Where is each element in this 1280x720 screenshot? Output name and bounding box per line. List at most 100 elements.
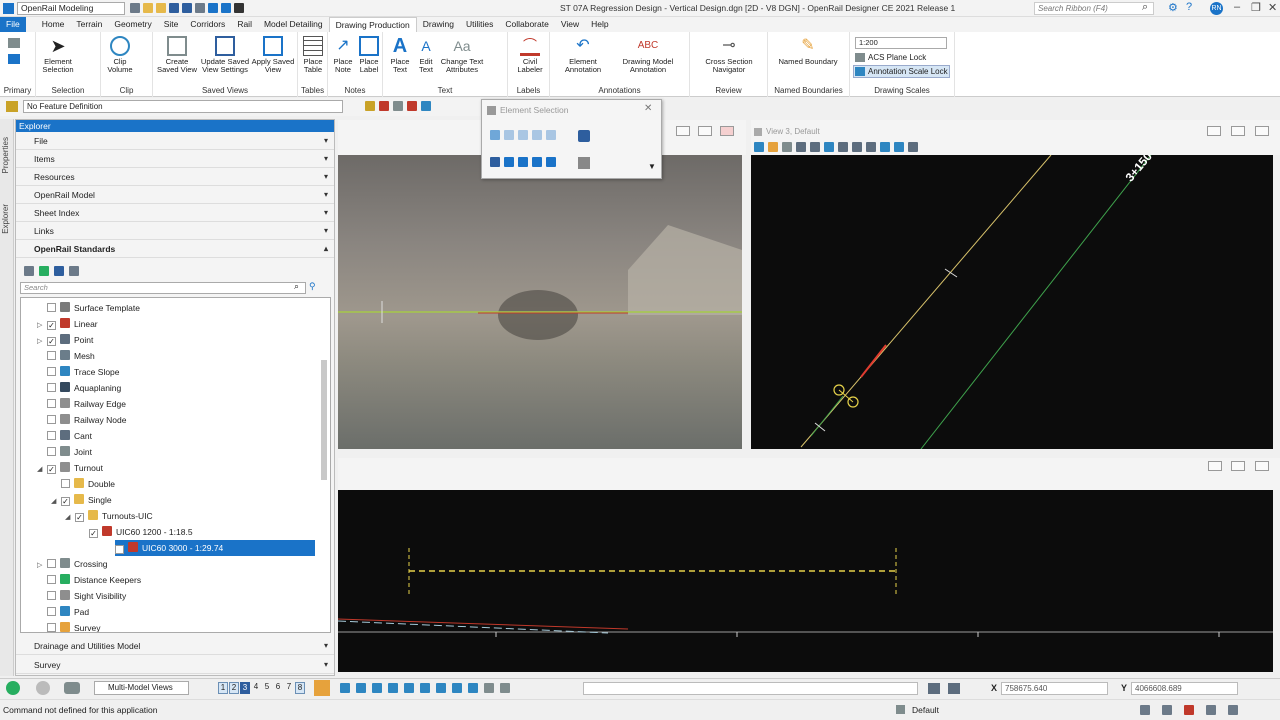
tree-checkbox[interactable] [47,303,56,312]
tree-item[interactable]: ▷ Crossing [37,556,108,572]
tab-model-detailing[interactable]: Model Detailing [258,17,329,32]
block-select-icon[interactable] [504,130,514,140]
message-center-icon[interactable] [1140,705,1150,715]
clip-volume-button[interactable]: Clip Volume [103,36,137,74]
add-selection-icon[interactable] [504,157,514,167]
restore-icon[interactable] [698,126,712,136]
tree-checkbox[interactable] [47,623,56,632]
feature-tool-icon[interactable] [365,101,375,111]
forward-icon[interactable] [36,681,50,695]
properties-dock-tab[interactable]: Properties [1,137,10,173]
snap-icon[interactable] [500,683,510,693]
tree-checkbox[interactable] [47,607,56,616]
tree-item[interactable]: ◢ ✓ Turnouts-UIC [65,508,153,524]
tree-checkbox[interactable] [47,591,56,600]
profile-view[interactable] [338,490,1273,672]
minimize-icon[interactable] [1207,126,1221,136]
civil-labeler-button[interactable]: ⌒ Civil Labeler [512,36,548,74]
tree-checkbox[interactable]: ✓ [47,321,56,330]
snap-icon[interactable] [404,683,414,693]
tree-item[interactable]: ✓ UIC60 3000 - 1:29.74 [115,540,315,556]
tree-item[interactable]: Railway Node [37,412,126,428]
view-4-button[interactable]: 4 [251,682,261,694]
view-7-button[interactable]: 7 [284,682,294,694]
workflow-select[interactable]: OpenRail Modeling [17,2,125,15]
filter-icon[interactable]: ⚲ [309,281,316,292]
search-icon[interactable] [69,266,79,276]
snap-icon[interactable] [436,683,446,693]
drawing-model-annotation-button[interactable]: ABC Drawing Model Annotation [610,36,686,74]
notification-icon[interactable] [1206,705,1216,715]
place-label-button[interactable]: Place Label [356,36,382,74]
change-text-attributes-button[interactable]: Aa Change Text Attributes [437,36,487,74]
tab-corridors[interactable]: Corridors [184,17,231,32]
tree-item[interactable]: Mesh [37,348,95,364]
snap-icon[interactable] [340,683,350,693]
tab-drawing-production[interactable]: Drawing Production [328,17,417,32]
minimize-icon[interactable]: – [1234,1,1240,13]
tree-checkbox[interactable]: ✓ [47,337,56,346]
element-annotation-button[interactable]: ↶ Element Annotation [560,36,606,74]
tree-checkbox[interactable] [47,575,56,584]
section-openrail-standards[interactable]: OpenRail Standards ▴ [16,240,334,258]
active-level[interactable]: Default [912,705,939,715]
tree-item[interactable]: Survey [37,620,100,632]
tree-item[interactable]: ▷ ✓ Point [37,332,93,348]
minimize-icon[interactable] [1208,461,1222,471]
view-5-button[interactable]: 5 [262,682,272,694]
expand-dialog-icon[interactable]: ▼ [648,162,656,171]
feature-tool-icon[interactable] [421,101,431,111]
tree-item[interactable]: Pad [37,604,89,620]
invert-selection-icon[interactable] [532,157,542,167]
tree-item[interactable]: Surface Template [37,300,140,316]
tree-checkbox[interactable] [47,447,56,456]
tree-checkbox[interactable] [61,479,70,488]
pan-view-icon[interactable] [866,142,876,152]
expand-arrow-icon[interactable]: ◢ [37,462,47,478]
window-area-icon[interactable] [824,142,834,152]
expand-arrow-icon[interactable]: ◢ [51,494,61,510]
snap-icon[interactable] [356,683,366,693]
tree-checkbox[interactable] [47,431,56,440]
place-text-button[interactable]: A Place Text [385,36,415,74]
tree-item[interactable]: Railway Edge [37,396,126,412]
view-attributes-icon[interactable] [754,142,764,152]
zoom-icon[interactable] [948,683,960,694]
update-saved-view-button[interactable]: Update Saved View Settings [199,36,251,74]
section-survey[interactable]: Survey ▾ [16,656,334,674]
snap-icon[interactable] [372,683,382,693]
tab-home[interactable]: Home [36,17,71,32]
restore-icon[interactable]: ❐ [1251,1,1261,14]
line-select-icon[interactable] [546,130,556,140]
tab-help[interactable]: Help [585,17,614,32]
new-file-icon[interactable] [143,3,153,13]
tree-item[interactable]: ◢ ✓ Turnout [37,460,103,476]
close-icon[interactable]: ✕ [644,103,652,114]
close-icon[interactable] [1255,126,1269,136]
tree-item[interactable]: Double [51,476,115,492]
app-icon[interactable] [3,3,14,14]
tree-item[interactable]: Cant [37,428,92,444]
fit-view-icon[interactable] [838,142,848,152]
tree-checkbox[interactable]: ✓ [115,545,124,554]
open-file-icon[interactable] [156,3,166,13]
snap-icon[interactable] [420,683,430,693]
tree-checkbox[interactable]: ✓ [75,513,84,522]
connect-icon[interactable]: ⚙ [1168,1,1178,14]
acs-plane-lock-toggle[interactable]: ACS Plane Lock [868,53,926,62]
feature-tool-icon[interactable] [393,101,403,111]
tab-site[interactable]: Site [158,17,185,32]
zoom-out-icon[interactable] [810,142,820,152]
clear-selection-icon[interactable] [578,130,590,142]
tab-terrain[interactable]: Terrain [70,17,108,32]
search-icon[interactable]: ⌕ [1142,1,1148,14]
tab-utilities[interactable]: Utilities [460,17,499,32]
tree-item[interactable]: Distance Keepers [37,572,141,588]
shape-select-icon[interactable] [518,130,528,140]
named-boundary-button[interactable]: ✎ Named Boundary [778,36,838,66]
view-lock-icon[interactable] [782,142,792,152]
snap-icon[interactable] [388,683,398,693]
properties-icon[interactable] [8,54,20,64]
model-icon[interactable] [64,682,80,694]
restore-icon[interactable] [1231,461,1245,471]
